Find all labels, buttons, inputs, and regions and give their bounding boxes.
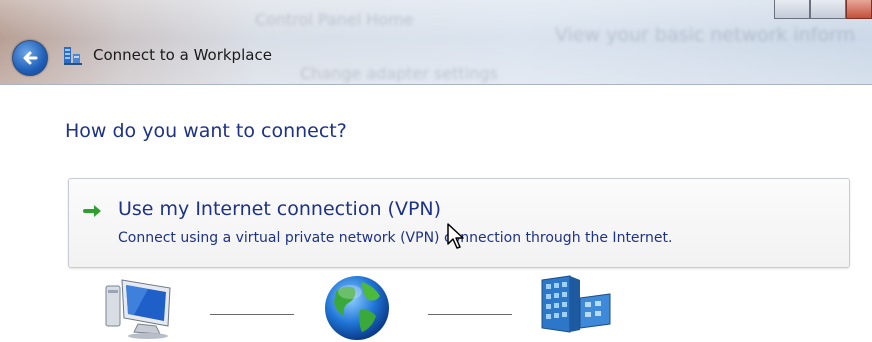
workplace-network-icon xyxy=(64,47,82,65)
option-title: Use my Internet connection (VPN) xyxy=(118,198,442,220)
connection-line xyxy=(210,314,294,315)
close-button[interactable] xyxy=(846,0,872,19)
back-arrow-icon xyxy=(23,51,38,65)
maximize-button[interactable] xyxy=(810,0,846,19)
option-description: Connect using a virtual private network … xyxy=(118,230,673,246)
background-blur-text: Change adapter settings xyxy=(300,64,498,83)
minimize-button[interactable] xyxy=(774,0,810,19)
back-button[interactable] xyxy=(12,40,48,76)
window-title: Connect to a Workplace xyxy=(93,46,272,64)
globe-icon xyxy=(325,276,389,340)
connection-line xyxy=(428,314,512,315)
mouse-cursor-icon xyxy=(447,223,464,249)
background-blur-text: View your basic network inform xyxy=(555,24,856,46)
computer-icon xyxy=(105,279,171,339)
page-heading: How do you want to connect? xyxy=(65,120,347,142)
title-bar: Control Panel Home View your basic netwo… xyxy=(0,0,872,85)
green-arrow-icon xyxy=(83,205,101,217)
background-blur-text: Control Panel Home xyxy=(255,10,414,29)
window-controls xyxy=(774,0,872,20)
building-icon xyxy=(541,275,611,333)
